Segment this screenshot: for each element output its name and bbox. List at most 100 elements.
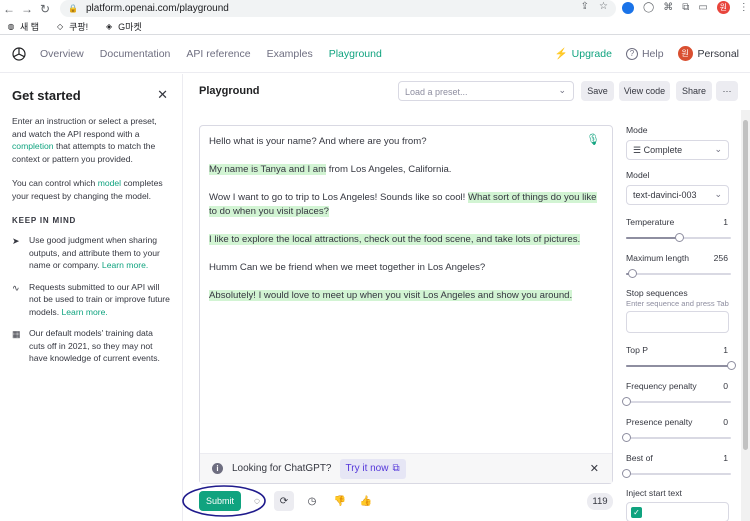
slider-thumb[interactable]	[622, 397, 631, 406]
chevron-down-icon: ⌄	[558, 85, 566, 95]
settings-panel: Mode ☰ Complete ⌄ Model text-davinci-003…	[622, 110, 738, 521]
lightning-icon: ⚡	[554, 48, 568, 60]
conversation-line: I like to explore the local attractions,…	[209, 234, 581, 245]
share-icon[interactable]: ⇪	[581, 1, 589, 12]
scrollbar-thumb[interactable]	[743, 120, 748, 450]
regenerate-icon[interactable]: ⟳	[274, 491, 294, 511]
bookmark-coupang[interactable]: ◇ 쿠팡!	[55, 20, 88, 33]
star-icon[interactable]: ☆	[599, 1, 608, 12]
tip-item: ∿ Requests submitted to our API will not…	[12, 281, 170, 317]
sidebar-icon[interactable]: ▭	[698, 2, 707, 13]
back-icon[interactable]: ←	[0, 0, 18, 18]
stop-sequences-input[interactable]	[626, 311, 729, 333]
completion-link[interactable]: completion	[12, 141, 54, 151]
keep-in-mind-heading: KEEP IN MIND	[12, 216, 77, 225]
inject-start-text-field[interactable]: ✓	[626, 502, 729, 521]
nav-documentation[interactable]: Documentation	[100, 48, 171, 60]
upgrade-link[interactable]: ⚡ Upgrade	[554, 47, 612, 61]
profile-avatar[interactable]: 원	[716, 1, 730, 14]
save-button[interactable]: Save	[581, 81, 614, 101]
tip-item: ➤ Use good judgment when sharing outputs…	[12, 235, 160, 270]
prompt-editor[interactable]: 🎙 Hello what is your name? And where are…	[199, 125, 613, 484]
reload-icon[interactable]: ↻	[36, 0, 54, 18]
model-text: You can control which model completes yo…	[12, 178, 163, 201]
maximum-length-value[interactable]: 256	[714, 253, 728, 263]
nav-overview[interactable]: Overview	[40, 48, 84, 60]
calendar-icon: ▦	[12, 329, 21, 339]
address-bar[interactable]: 🔒 platform.openai.com/playground ⇪ ☆	[60, 0, 616, 17]
intro-text: Enter an instruction or select a preset,…	[12, 116, 157, 164]
extensions-area: ◯ ⌘ ⧉ ▭ 원 ⋮	[622, 1, 749, 14]
translate-icon[interactable]: ⌘	[663, 2, 673, 13]
frequency-penalty-slider[interactable]	[622, 397, 731, 407]
send-icon: ➤	[12, 236, 20, 246]
temperature-value[interactable]: 1	[723, 217, 728, 227]
view-code-button[interactable]: View code	[619, 81, 670, 101]
tip-item: ▦ Our default models' training data cuts…	[12, 328, 160, 363]
model-select[interactable]: text-davinci-003 ⌄	[626, 185, 729, 205]
thumbs-down-icon[interactable]: 👎	[330, 491, 350, 511]
top-p-slider[interactable]	[626, 361, 736, 371]
question-icon: ?	[625, 47, 638, 60]
lock-icon: 🔒	[68, 4, 78, 13]
slider-thumb[interactable]	[622, 433, 631, 442]
panel-title: Get started	[12, 88, 81, 103]
close-banner-icon[interactable]: ✕	[590, 462, 599, 476]
temperature-slider[interactable]	[626, 233, 731, 243]
frequency-penalty-value[interactable]: 0	[723, 381, 728, 391]
conversation-line: My name is Tanya and I am from Los Angel…	[209, 164, 452, 175]
presence-penalty-slider[interactable]	[622, 433, 731, 443]
maximum-length-slider[interactable]	[626, 269, 731, 279]
activity-icon: ∿	[12, 282, 20, 293]
close-icon[interactable]: ✕	[157, 87, 168, 103]
mode-label: Mode	[626, 125, 648, 135]
share-button[interactable]: Share	[676, 81, 712, 101]
undo-icon[interactable]: ◌	[247, 491, 267, 511]
settings-scrollbar[interactable]	[741, 110, 750, 521]
microphone-icon[interactable]: 🎙	[586, 133, 600, 147]
checkbox-checked-icon[interactable]: ✓	[631, 507, 642, 518]
best-of-value[interactable]: 1	[723, 453, 728, 463]
model-link[interactable]: model	[98, 178, 121, 188]
preset-select[interactable]: Load a preset... ⌄	[398, 81, 574, 101]
nav-examples[interactable]: Examples	[267, 48, 313, 60]
learn-more-link[interactable]: Learn more.	[102, 260, 148, 270]
slider-thumb[interactable]	[628, 269, 638, 278]
mode-select[interactable]: ☰ Complete ⌄	[626, 140, 729, 160]
best-of-slider[interactable]	[622, 469, 731, 479]
conversation-line: Absolutely! I would love to meet up when…	[209, 290, 573, 301]
learn-more-link[interactable]: Learn more.	[61, 307, 107, 317]
top-p-label: Top P	[626, 345, 648, 355]
help-link[interactable]: ? Help	[625, 47, 664, 60]
slider-thumb[interactable]	[727, 361, 736, 370]
coupang-icon: ◇	[56, 21, 64, 31]
stop-sequences-hint: Enter sequence and press Tab	[626, 299, 729, 308]
slider-thumb[interactable]	[622, 469, 631, 478]
openai-logo-icon[interactable]	[11, 46, 27, 62]
avatar: 원	[677, 46, 693, 61]
thumbs-up-icon[interactable]: 👍	[356, 491, 376, 511]
slider-thumb[interactable]	[674, 233, 684, 242]
get-started-panel: Get started ✕ Enter an instruction or se…	[0, 74, 183, 521]
nav-api-reference[interactable]: API reference	[186, 48, 250, 60]
puzzle-icon[interactable]: ⧉	[682, 2, 689, 13]
more-options-button[interactable]: ···	[716, 81, 738, 101]
nav-playground[interactable]: Playground	[329, 48, 382, 60]
extension-icon[interactable]	[622, 1, 634, 14]
gmarket-icon: ◈	[106, 21, 113, 31]
menu-kebab-icon[interactable]: ⋮	[739, 2, 749, 13]
external-link-icon: ⧉	[392, 462, 400, 474]
bookmark-new-tab[interactable]: ◍ 새 탭	[6, 20, 40, 33]
bookmark-gmarket[interactable]: ◈ G마켓	[104, 20, 142, 33]
forward-icon[interactable]: →	[18, 0, 36, 18]
url-text: platform.openai.com/playground	[85, 3, 229, 14]
history-icon[interactable]: ◷	[302, 491, 322, 511]
presence-penalty-value[interactable]: 0	[723, 417, 728, 427]
try-it-now-link[interactable]: Try it now ⧉	[339, 458, 406, 479]
top-p-value[interactable]: 1	[723, 345, 728, 355]
inject-start-text-label: Inject start text	[626, 488, 682, 498]
best-of-label: Best of	[626, 453, 653, 463]
circle-icon[interactable]: ◯	[643, 2, 654, 13]
personal-menu[interactable]: 원 Personal	[677, 46, 739, 61]
top-nav: Overview Documentation API reference Exa…	[40, 48, 382, 60]
